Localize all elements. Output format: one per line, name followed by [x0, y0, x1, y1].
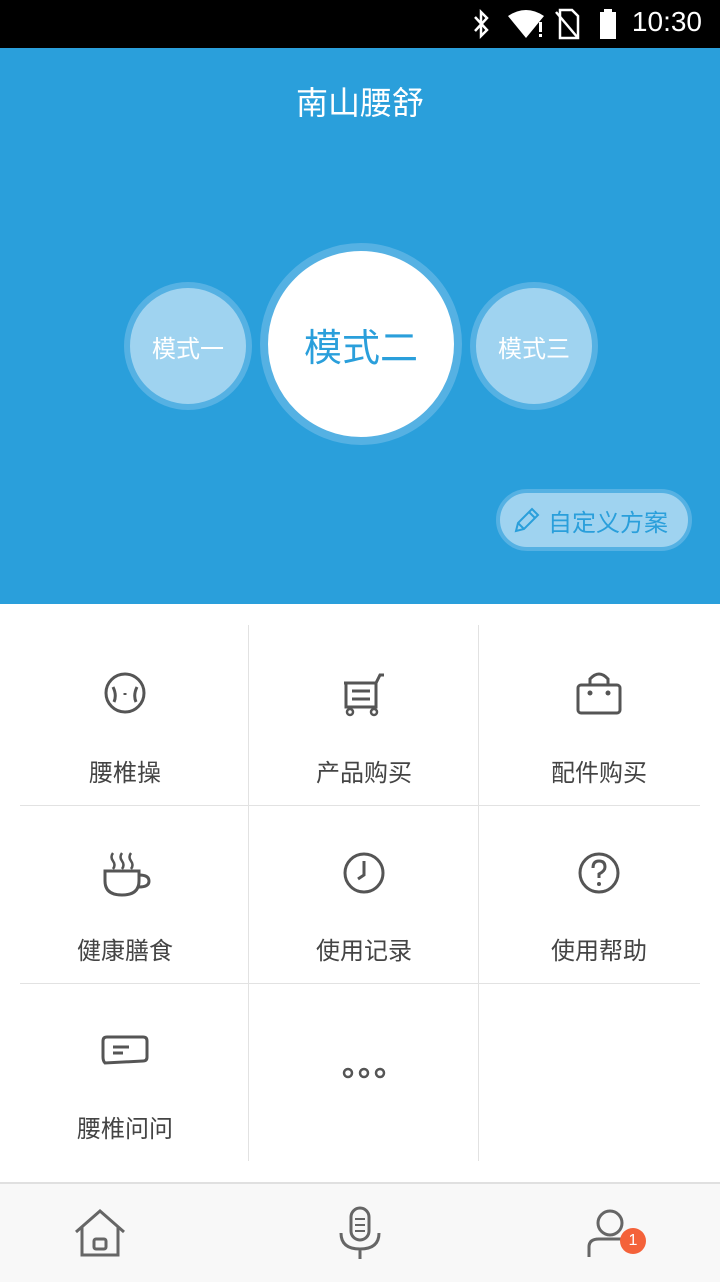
tab-home[interactable]	[40, 1184, 160, 1282]
clock-icon	[343, 852, 385, 894]
shopping-bag-icon	[576, 672, 622, 715]
grid-item-label: 使用记录	[316, 937, 412, 965]
mode-two-button[interactable]: 模式二	[260, 243, 462, 445]
grid-item-usage-record[interactable]: 使用记录	[249, 805, 479, 983]
grid-item-label: 使用帮助	[551, 937, 647, 965]
custom-plan-button[interactable]: 自定义方案	[496, 489, 692, 551]
bottom-tab-bar: 1	[0, 1182, 720, 1282]
grid-item-healthy-diet[interactable]: 健康膳食	[10, 805, 240, 983]
mode-one-button[interactable]: 模式一	[124, 282, 252, 410]
grid-item-label: 产品购买	[316, 759, 412, 787]
tab-voice[interactable]	[300, 1184, 420, 1282]
grid-item-help[interactable]: 使用帮助	[484, 805, 714, 983]
mode-one-label: 模式一	[152, 334, 224, 363]
notification-badge: 1	[620, 1228, 646, 1254]
status-time: 10:30	[631, 6, 702, 37]
chat-icon	[101, 1035, 149, 1065]
grid-item-label: 腰椎问问	[77, 1115, 173, 1143]
battery-icon	[600, 9, 616, 39]
bluetooth-icon	[474, 8, 489, 40]
grid-item-lumbar-exercise[interactable]: 腰椎操	[10, 627, 240, 805]
mode-three-button[interactable]: 模式三	[470, 282, 598, 410]
microphone-icon	[339, 1206, 381, 1259]
exercise-icon	[104, 672, 146, 714]
grid-item-accessory-purchase[interactable]: 配件购买	[484, 627, 714, 805]
mode-two-label: 模式二	[303, 325, 418, 370]
help-icon	[578, 852, 620, 894]
more-icon	[342, 1067, 386, 1079]
tab-profile[interactable]	[550, 1184, 670, 1282]
grid-item-label: 健康膳食	[77, 937, 173, 965]
status-bar: 10:30	[0, 0, 720, 48]
grid-item-more[interactable]	[249, 983, 479, 1161]
grid-item-label: 腰椎操	[89, 759, 161, 787]
custom-plan-label: 自定义方案	[548, 508, 668, 537]
grid-item-product-purchase[interactable]: 产品购买	[249, 627, 479, 805]
wifi-icon	[508, 10, 544, 38]
pencil-icon	[514, 507, 540, 533]
page-title: 南山腰舒	[295, 84, 424, 122]
mode-three-label: 模式三	[498, 334, 570, 363]
grid-item-lumbar-qa[interactable]: 腰椎问问	[10, 983, 240, 1161]
coffee-cup-icon	[103, 852, 151, 897]
home-icon	[75, 1209, 125, 1257]
cart-icon	[344, 673, 384, 717]
no-sim-icon	[555, 8, 580, 40]
grid-item-label: 配件购买	[551, 759, 647, 787]
